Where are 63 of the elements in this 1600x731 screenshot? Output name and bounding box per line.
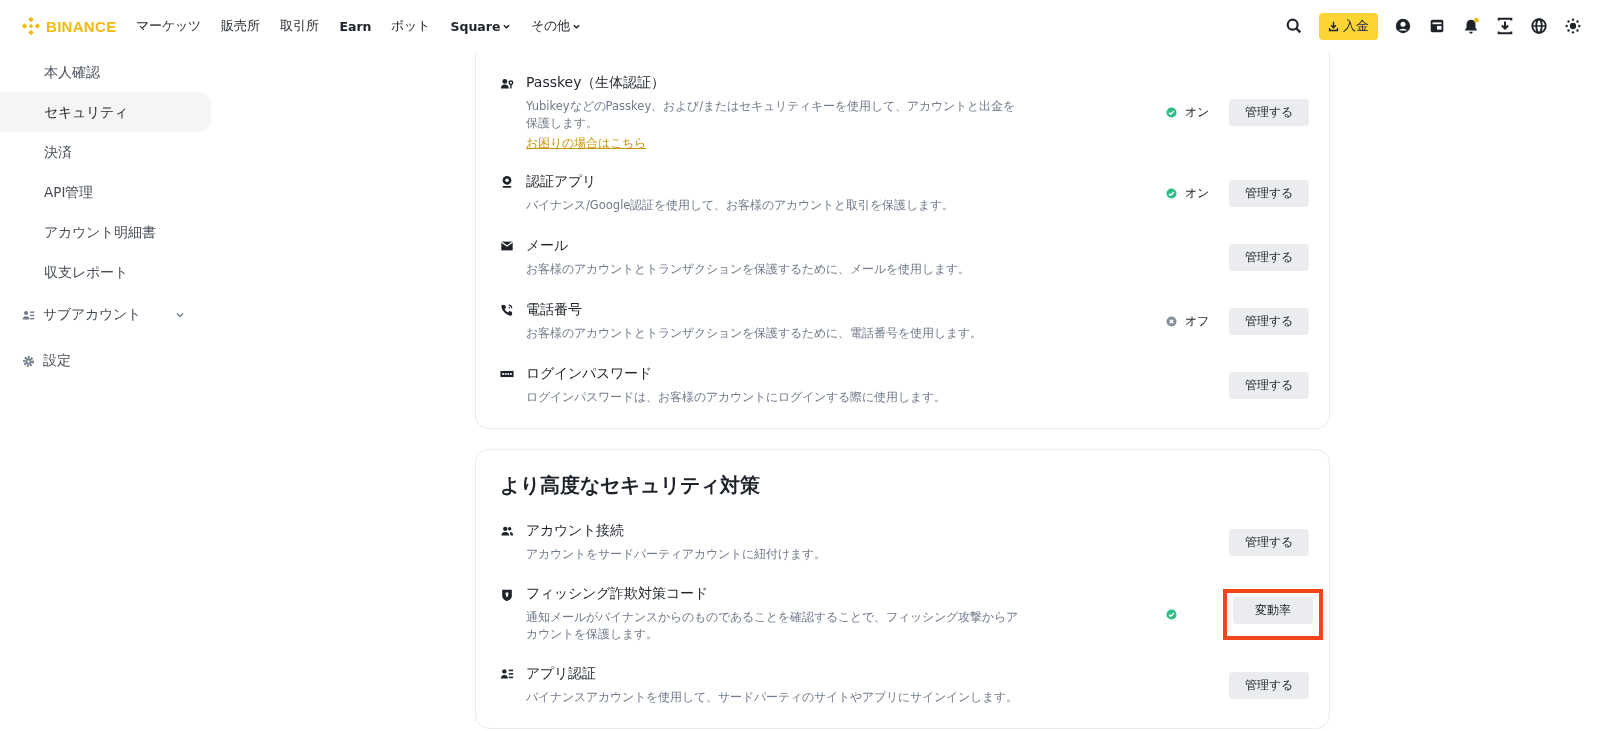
logo-icon: [20, 15, 42, 37]
download-icon: [1328, 20, 1339, 32]
nav-link[interactable]: Earn: [339, 18, 372, 34]
sidebar-item[interactable]: 本人確認: [0, 52, 211, 92]
manage-button[interactable]: 管理する: [1229, 372, 1309, 399]
setting-title: アカウント接続: [526, 522, 625, 540]
sidebar-item[interactable]: 収支レポート: [0, 252, 211, 292]
manage-button[interactable]: 管理する: [1229, 180, 1309, 207]
setting-description: バイナンス/Google認証を使用して、お客様のアカウントと取引を保護します。: [526, 197, 956, 214]
sidebar-item[interactable]: API管理: [0, 172, 211, 212]
phone-icon: [500, 303, 514, 317]
authenticator-icon: [500, 175, 514, 189]
setting-title: 電話番号: [526, 301, 583, 319]
user-list-icon: [500, 667, 514, 681]
user-icon[interactable]: [1394, 17, 1412, 35]
search-icon[interactable]: [1285, 17, 1303, 35]
user-list-icon: [22, 308, 35, 322]
setting-title: フィッシング詐欺対策コード: [526, 585, 709, 603]
setting-title: アプリ認証: [526, 665, 597, 683]
nav-link[interactable]: マーケッツ: [136, 17, 202, 35]
deposit-button[interactable]: 入金: [1319, 12, 1378, 40]
mail-icon: [500, 239, 514, 253]
setting-title: 認証アプリ: [526, 173, 597, 191]
manage-button[interactable]: 管理する: [1229, 244, 1309, 271]
sidebar-item[interactable]: セキュリティ: [0, 92, 211, 132]
people-icon: [500, 524, 514, 538]
setting-description: お客様のアカウントとトランザクションを保護するために、電話番号を使用します。: [526, 325, 983, 342]
manage-button[interactable]: 管理する: [1229, 308, 1309, 335]
settings-icon: [22, 354, 35, 368]
setting-title: Passkey（生体認証）: [526, 74, 667, 92]
globe-icon[interactable]: [1530, 17, 1548, 35]
sidebar-group-link[interactable]: 設定: [43, 352, 211, 370]
person-key-icon: [500, 77, 514, 91]
wallet-icon[interactable]: [1428, 17, 1446, 35]
theme-icon[interactable]: [1564, 17, 1582, 35]
bell-icon[interactable]: [1462, 17, 1480, 35]
nav-link[interactable]: 販売所: [221, 17, 261, 35]
manage-button[interactable]: 管理する: [1229, 99, 1309, 126]
nav-link[interactable]: 取引所: [280, 17, 320, 35]
shield-icon: [500, 588, 514, 602]
setting-title: ログインパスワード: [526, 365, 653, 383]
manage-button[interactable]: 変動率: [1233, 596, 1313, 624]
setting-description: YubikeyなどのPasskey、および/またはセキュリティキーを使用して、アカウントと出金を保護します。: [526, 98, 1017, 132]
status-label: オン: [1185, 104, 1209, 121]
sidebar-item[interactable]: アカウント明細書: [0, 212, 211, 252]
sidebar-item[interactable]: 決済: [0, 132, 211, 172]
manage-button[interactable]: 管理する: [1229, 529, 1309, 556]
setting-description: アカウントをサードパーティアカウントに紐付けます。: [526, 546, 827, 563]
setting-description: 通知メールがバイナンスからのものであることを確認することで、フィッシング攻撃からアカウントを保護します。: [526, 609, 1019, 643]
sidebar-group-link[interactable]: サブアカウント: [43, 306, 175, 324]
setting-description: バイナンスアカウントを使用して、サードパーティのサイトやアプリにサインインします。: [526, 689, 1019, 706]
nav-link[interactable]: Square: [450, 18, 512, 34]
setting-description: お客様のアカウントとトランザクションを保護するために、メールを使用します。: [526, 261, 971, 278]
section-heading: より高度なセキュリティ対策: [500, 472, 761, 499]
nav-link[interactable]: その他: [531, 17, 582, 35]
manage-button[interactable]: 管理する: [1229, 672, 1309, 699]
setting-title: メール: [526, 237, 569, 255]
chevron-down-icon[interactable]: [175, 310, 185, 320]
status-label: オン: [1185, 185, 1209, 202]
nav-link[interactable]: ボット: [391, 17, 431, 35]
status-label: オフ: [1185, 313, 1209, 330]
transfer-icon[interactable]: [1496, 17, 1514, 35]
setting-description: ログインパスワードは、お客様のアカウントにログインする際に使用します。: [526, 389, 947, 406]
